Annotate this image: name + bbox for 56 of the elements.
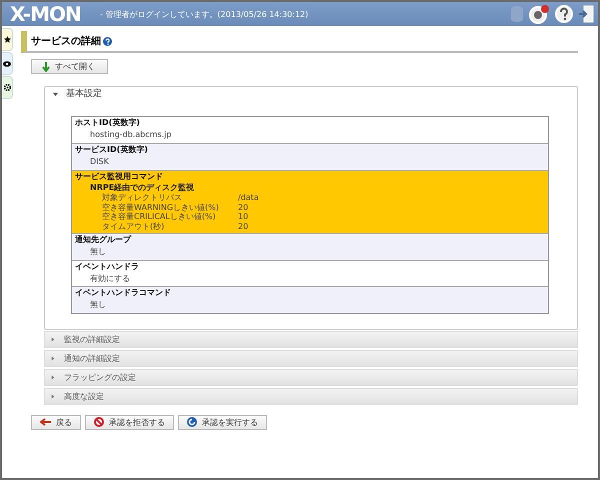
expand-all-button[interactable]: すべて開く [31,59,108,74]
section-header[interactable]: 基本設定 [45,86,577,102]
section-title: 通知の詳細設定 [64,352,120,364]
parameter-value: 20 [238,222,248,232]
section-header[interactable]: 高度な設定 [44,388,578,405]
section-header[interactable]: 通知の詳細設定 [44,350,578,367]
field-value: 無し [89,246,107,258]
parameter-value: 10 [238,212,248,222]
help-icon[interactable] [554,4,574,24]
refresh-icon [187,417,197,428]
section-title: 高度な設定 [64,390,104,402]
approve-button[interactable]: 承認を実行する [178,414,267,430]
eye-icon [3,60,11,66]
parameter-name: 空き容量CRILICALしきい値(%) [102,212,217,222]
parameter-name: 空き容量WARNINGしきい値(%) [102,202,220,212]
field-label: サービスID(英数字) [74,144,149,156]
caret-right-icon [51,394,55,399]
logo: X-MON [10,2,82,26]
parameter-name: 対象ディレクトリパス [102,193,183,203]
section-title: 基本設定 [66,90,102,100]
caret-down-icon [53,92,58,97]
parameter-value: /data [238,193,259,203]
login-status: - 管理者がログインしています。(2013/05/26 14:30:12) [100,8,310,20]
back-button[interactable]: 戻る [31,414,81,430]
field-value: hosting-db.abcms.jp [89,129,172,142]
field-label: イベントハンドラコマンド [74,287,172,300]
field-label: サービス監視用コマンド [74,170,164,182]
section-header[interactable]: 監視の詳細設定 [44,330,578,348]
logout-icon[interactable] [578,5,594,23]
page-title: サービスの詳細 [31,34,101,48]
section-title: 監視の詳細設定 [64,334,120,345]
side-tab[interactable] [2,28,13,51]
star-icon [4,36,10,43]
prohibited-icon [94,417,104,428]
parameter-value: 20 [238,202,248,212]
side-tab[interactable] [2,76,13,99]
caret-right-icon [51,374,55,380]
command-name: NRPE経由でのディスク監視 [89,182,196,193]
field-label: ホストID(英数字) [74,117,141,130]
gear-icon [4,84,10,91]
down-arrow-icon [42,62,50,72]
section-title: フラッピングの設定 [64,372,136,383]
parameter-name: タイムアウト(秒) [102,222,166,232]
side-tab[interactable] [2,52,13,75]
section-header[interactable]: フラッピングの設定 [44,368,578,386]
status-icon[interactable] [528,4,550,24]
field-value: 有効にする [89,272,131,285]
caret-right-icon [51,356,55,361]
caret-right-icon [51,336,55,342]
field-value: DISK [89,156,110,168]
help-icon[interactable] [103,36,112,46]
field-value: 無し [89,299,107,312]
field-label: イベントハンドラ [74,260,140,273]
left-arrow-icon [40,418,51,426]
reject-button[interactable]: 承認を拒否する [85,414,174,430]
field-label: 通知先グループ [74,234,132,246]
